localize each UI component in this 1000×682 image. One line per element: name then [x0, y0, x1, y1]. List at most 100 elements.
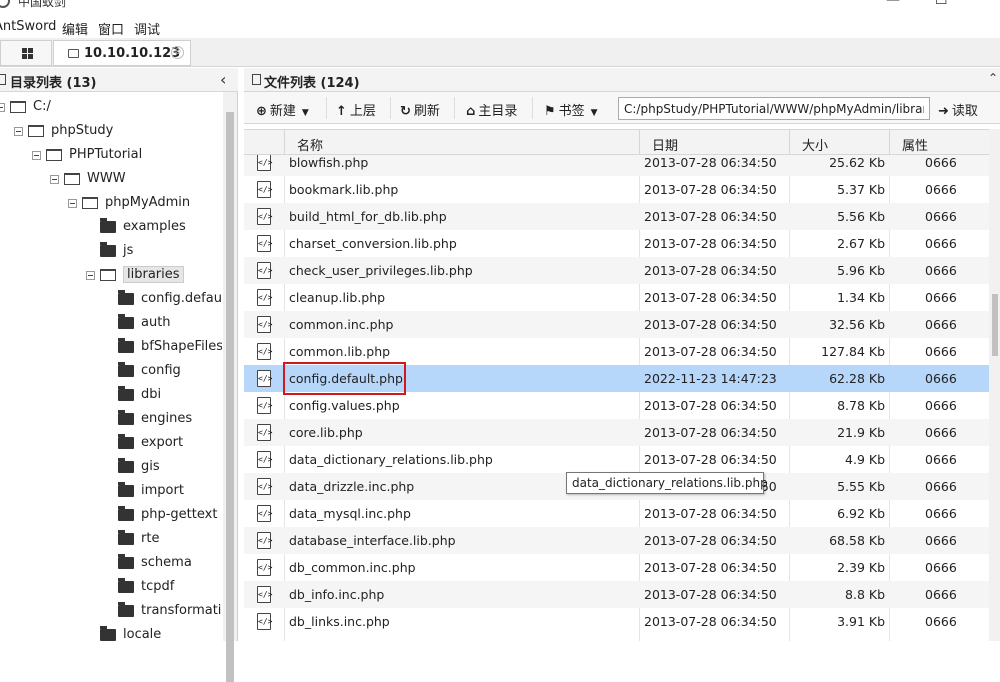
tree-node-rte[interactable]: rte	[0, 528, 222, 550]
file-row[interactable]: <∕> common.lib.php 2013-07-28 06:34:50 127.…	[244, 338, 989, 365]
bookmark-button[interactable]: ⚑ 书签 ▼	[544, 100, 598, 119]
tree-node-bfshapefiles[interactable]: bfShapeFiles	[0, 336, 222, 358]
file-attr: 0666	[925, 614, 957, 629]
tree-node-label: gis	[141, 459, 160, 474]
collapse-toggle-icon[interactable]	[0, 103, 5, 112]
path-input[interactable]	[618, 97, 930, 120]
file-row[interactable]: <∕> database_interface.lib.php 2013-07-28 …	[244, 527, 989, 554]
file-row[interactable]: <∕> charset_conversion.lib.php 2013-07-28 …	[244, 230, 989, 257]
file-list-scrollbar[interactable]	[989, 129, 1000, 641]
code-file-icon: <∕>	[257, 370, 272, 387]
tab-home[interactable]	[0, 40, 52, 66]
tree-node-schema[interactable]: schema	[0, 552, 222, 574]
file-row[interactable]: <∕> config.values.php 2013-07-28 06:34:50 8…	[244, 392, 989, 419]
tree-node-export[interactable]: export	[0, 432, 222, 454]
menu-debug[interactable]: 调试	[134, 19, 160, 38]
folder-icon	[118, 362, 134, 377]
file-name: data_drizzle.inc.php	[289, 479, 415, 494]
tree-node-libraries[interactable]: libraries	[0, 264, 222, 286]
file-row[interactable]: <∕> common.inc.php 2013-07-28 06:34:50 32.5…	[244, 311, 989, 338]
file-row[interactable]: <∕> blowfish.php 2013-07-28 06:34:50 25.62 …	[244, 155, 989, 176]
tree-node-c[interactable]: C:/	[0, 96, 222, 118]
chevron-up-icon[interactable]: ⌃	[988, 71, 998, 85]
tree-node-config[interactable]: config	[0, 360, 222, 382]
menu-antsword[interactable]: AntSword	[0, 19, 56, 34]
file-row[interactable]: <∕> db_links.inc.php 2013-07-28 06:34:50 3.…	[244, 608, 989, 635]
collapse-toggle-icon[interactable]	[68, 199, 77, 208]
tree-node-label: schema	[141, 555, 192, 570]
tree-node-examples[interactable]: examples	[0, 216, 222, 238]
tree-node-config-default[interactable]: config.default.	[0, 288, 222, 310]
tree-node-phpmyadmin[interactable]: phpMyAdmin	[0, 192, 222, 214]
directory-scrollbar[interactable]	[223, 92, 237, 682]
file-size: 8.78 Kb	[837, 398, 885, 413]
tab-host[interactable]: 10.10.10.123 ⊗	[53, 40, 191, 66]
code-file-icon: <∕>	[257, 289, 272, 306]
read-label: 读取	[951, 104, 978, 119]
file-row[interactable]: <∕> db_info.inc.php 2013-07-28 06:34:50 8.8…	[244, 581, 989, 608]
chevron-down-icon: ▼	[301, 108, 309, 118]
file-name: db_common.inc.php	[289, 560, 416, 575]
collapse-toggle-icon[interactable]	[50, 175, 59, 184]
collapse-toggle-icon[interactable]	[32, 151, 41, 160]
folder-icon	[118, 530, 134, 545]
new-button[interactable]: ⊕ 新建 ▼	[256, 100, 309, 119]
file-row[interactable]: <∕> db_common.inc.php 2013-07-28 06:34:50 2…	[244, 554, 989, 581]
tree-node-phpstudy[interactable]: phpStudy	[0, 120, 222, 142]
tree-node-locale[interactable]: locale	[0, 624, 222, 641]
tree-node-www[interactable]: WWW	[0, 168, 222, 190]
tree-node-import[interactable]: import	[0, 480, 222, 502]
maximize-button[interactable]: ☐	[935, 0, 948, 8]
directory-panel: 目录列表 (13) ‹ C:/phpStudy PHPTutorial WWW php…	[0, 68, 238, 682]
file-attr: 0666	[925, 506, 957, 521]
refresh-button[interactable]: ↻ 刷新	[400, 100, 440, 119]
collapse-panel-button[interactable]: ‹	[220, 70, 226, 89]
file-row[interactable]: <∕> bookmark.lib.php 2013-07-28 06:34:50 5.…	[244, 176, 989, 203]
file-row[interactable]: <∕> data_dictionary_relations.lib.php 2013…	[244, 446, 989, 473]
up-button[interactable]: ↑ 上层	[336, 100, 376, 119]
scrollbar-thumb[interactable]	[226, 112, 234, 682]
collapse-toggle-icon[interactable]	[14, 127, 23, 136]
tree-node-gis[interactable]: gis	[0, 456, 222, 478]
file-date: 2013-07-28 06:34:50	[644, 263, 777, 278]
tree-node-js[interactable]: js	[0, 240, 222, 262]
file-toolbar: ⊕新建 ▼ ↑上层 ↻刷新 ⌂主目录 ⚑书签 ▼ ➜读取	[244, 92, 1000, 124]
column-attr[interactable]: 属性	[889, 130, 989, 156]
file-name: data_mysql.inc.php	[289, 506, 411, 521]
collapse-toggle-icon[interactable]	[86, 271, 95, 280]
tree-node-transformation[interactable]: transformation	[0, 600, 222, 622]
file-row[interactable]: <∕> check_user_privileges.lib.php 2013-07-…	[244, 257, 989, 284]
tree-node-dbi[interactable]: dbi	[0, 384, 222, 406]
code-file-icon: <∕>	[257, 532, 272, 549]
tree-node-php-gettext[interactable]: php-gettext	[0, 504, 222, 526]
tree-node-auth[interactable]: auth	[0, 312, 222, 334]
menu-edit[interactable]: 编辑	[62, 19, 88, 38]
read-button[interactable]: ➜ 读取	[938, 100, 978, 119]
tree-node-tcpdf[interactable]: tcpdf	[0, 576, 222, 598]
column-name[interactable]: 名称	[284, 130, 639, 156]
file-date: 2013-07-28 06:34:50	[644, 155, 777, 170]
column-date[interactable]: 日期	[639, 130, 789, 156]
file-row[interactable]: <∕> core.lib.php 2013-07-28 06:34:50 21.9 K…	[244, 419, 989, 446]
column-size[interactable]: 大小	[789, 130, 889, 156]
file-date: 2022-11-23 14:47:23	[644, 371, 777, 386]
file-table-body: <∕> blowfish.php 2013-07-28 06:34:50 25.62 …	[244, 155, 989, 641]
file-name: cleanup.lib.php	[289, 290, 386, 305]
folder-icon	[68, 49, 79, 58]
scrollbar-thumb[interactable]	[992, 294, 998, 356]
tree-node-engines[interactable]: engines	[0, 408, 222, 430]
close-icon[interactable]: ⊗	[171, 46, 184, 59]
file-row[interactable]: <∕> data_mysql.inc.php 2013-07-28 06:34:50…	[244, 500, 989, 527]
file-row[interactable]: <∕> cleanup.lib.php 2013-07-28 06:34:50 1.3…	[244, 284, 989, 311]
home-button[interactable]: ⌂ 主目录	[466, 100, 517, 119]
tree-node-label: config	[141, 363, 181, 378]
directory-tree: C:/phpStudy PHPTutorial WWW phpMyAdmin examp…	[0, 92, 222, 641]
tree-node-label: transformation	[141, 603, 222, 618]
tree-node-label: examples	[123, 219, 186, 234]
minimize-button[interactable]: —	[886, 0, 900, 8]
file-size: 5.96 Kb	[837, 263, 885, 278]
menu-window[interactable]: 窗口	[98, 19, 124, 38]
tree-node-phptutorial[interactable]: PHPTutorial	[0, 144, 222, 166]
file-row[interactable]: <∕> build_html_for_db.lib.php 2013-07-28 0…	[244, 203, 989, 230]
file-date: 2013-07-28 06:34:50	[644, 425, 777, 440]
